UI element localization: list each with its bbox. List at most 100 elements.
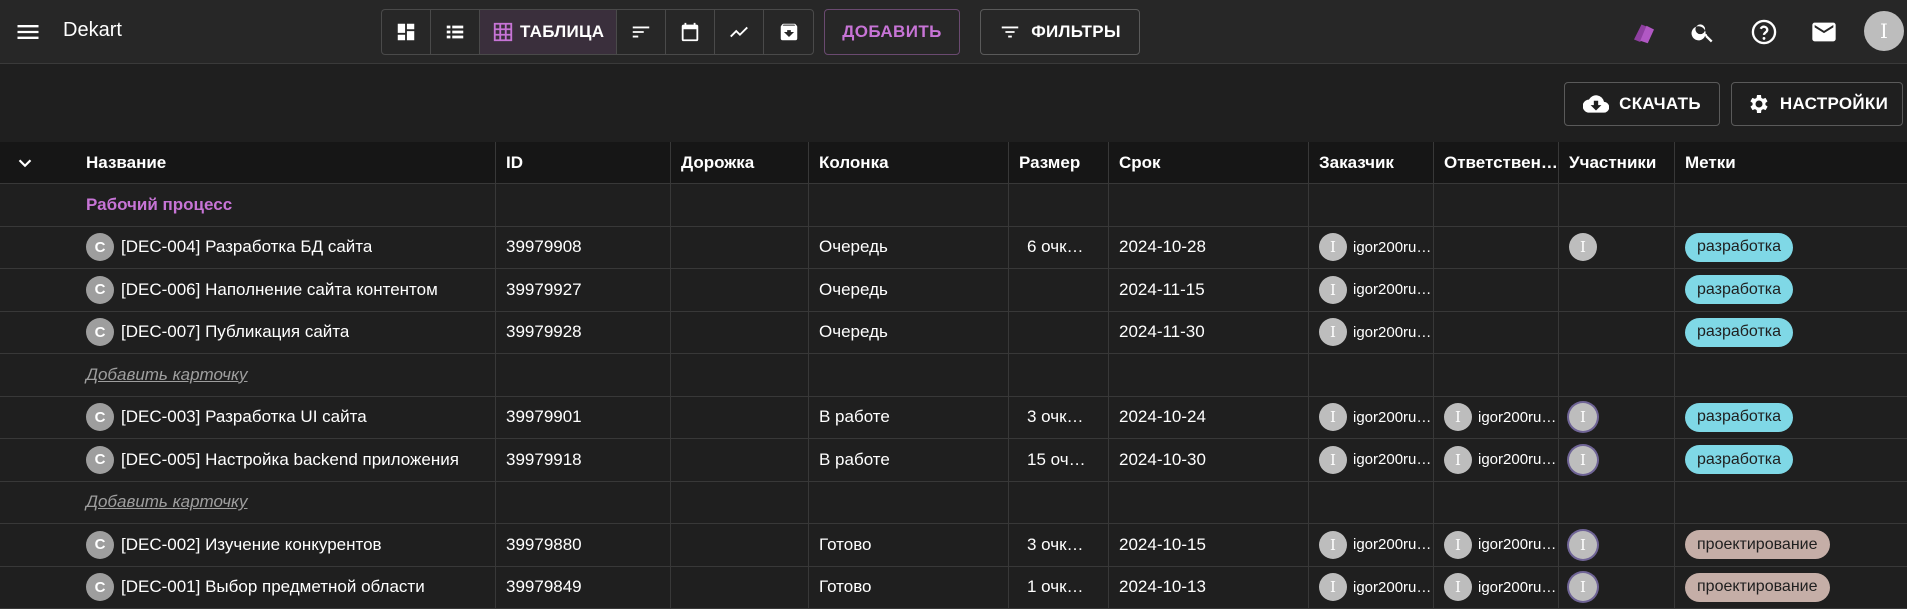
tag-badge[interactable]: разработка — [1685, 445, 1793, 474]
tag-badge[interactable]: разработка — [1685, 403, 1793, 432]
header-customer[interactable]: Заказчик — [1309, 142, 1434, 183]
table-row[interactable]: C[DEC-001] Выбор предметной области 39979… — [0, 567, 1907, 609]
participant-avatar[interactable]: I — [1569, 573, 1597, 601]
responsible-chip[interactable]: Iigor200ru… — [1444, 403, 1556, 431]
add-card-link[interactable]: Добавить карточку — [86, 492, 248, 512]
table-row[interactable]: C[DEC-005] Настройка backend приложения3… — [0, 439, 1907, 482]
card-title: [DEC-005] Настройка backend приложения — [121, 450, 459, 470]
tag-badge[interactable]: проектирование — [1685, 573, 1830, 602]
group-header-row: Рабочий процесс — [0, 184, 1907, 227]
tag-badge[interactable]: разработка — [1685, 233, 1793, 262]
download-button[interactable]: СКАЧАТЬ — [1564, 82, 1720, 126]
card-due-date: 2024-10-30 — [1119, 450, 1206, 470]
collapse-all-toggle[interactable] — [0, 142, 76, 183]
customer-chip[interactable]: Iigor200ru… — [1319, 531, 1431, 559]
empty-cell — [496, 482, 671, 524]
table-row[interactable]: C[DEC-003] Разработка UI сайта39979901В … — [0, 397, 1907, 440]
tag-badge[interactable]: разработка — [1685, 275, 1793, 304]
responsible-chip[interactable]: Iigor200ru… — [1444, 446, 1556, 474]
header-participants[interactable]: Участники — [1559, 142, 1675, 183]
card-title-cell[interactable]: C[DEC-002] Изучение конкурентов — [86, 531, 382, 559]
responsible-chip[interactable]: Iigor200ru… — [1444, 573, 1556, 601]
header-due[interactable]: Срок — [1109, 142, 1309, 183]
user-avatar-small: I — [1444, 573, 1472, 601]
header-tags[interactable]: Метки — [1675, 142, 1907, 183]
download-label: СКАЧАТЬ — [1619, 94, 1701, 114]
customer-chip[interactable]: Iigor200ru… — [1319, 318, 1431, 346]
table-row[interactable]: C[DEC-002] Изучение конкурентов39979880Г… — [0, 524, 1907, 567]
user-avatar[interactable]: I — [1864, 11, 1904, 51]
participant-avatar[interactable]: I — [1569, 233, 1597, 261]
chart-view-button[interactable] — [715, 10, 764, 54]
empty-cell — [1009, 482, 1109, 524]
customer-chip[interactable]: Iigor200ru… — [1319, 446, 1431, 474]
user-name: igor200ru… — [1353, 281, 1431, 298]
card-id: 39979849 — [506, 577, 582, 597]
header-title[interactable]: Название — [76, 142, 496, 183]
card-title-cell[interactable]: C[DEC-004] Разработка БД сайта — [86, 233, 372, 261]
tag-badge[interactable]: проектирование — [1685, 530, 1830, 559]
filters-button[interactable]: ФИЛЬТРЫ — [980, 9, 1140, 55]
empty-cell: 2024-11-15 — [1109, 269, 1309, 311]
card-title: [DEC-006] Наполнение сайта контентом — [121, 280, 438, 300]
board-view-button[interactable] — [382, 10, 431, 54]
help-icon[interactable] — [1748, 16, 1780, 48]
customer-chip[interactable]: Iigor200ru… — [1319, 233, 1431, 261]
empty-cell — [1309, 354, 1434, 396]
user-avatar-small: I — [1319, 403, 1347, 431]
empty-cell: разработка — [1675, 312, 1907, 354]
customer-chip[interactable]: Iigor200ru… — [1319, 276, 1431, 304]
empty-cell: I — [1559, 397, 1675, 439]
empty-cell: Iigor200ru… — [1309, 439, 1434, 481]
card-title-cell[interactable]: C[DEC-006] Наполнение сайта контентом — [86, 276, 438, 304]
sort-view-button[interactable] — [617, 10, 666, 54]
card-title-cell[interactable]: C[DEC-003] Разработка UI сайта — [86, 403, 367, 431]
empty-cell: Iigor200ru… — [1434, 397, 1559, 439]
mail-icon[interactable] — [1808, 16, 1840, 48]
table-row[interactable]: C[DEC-006] Наполнение сайта контентом399… — [0, 269, 1907, 312]
archive-view-button[interactable] — [764, 10, 813, 54]
header-column[interactable]: Колонка — [809, 142, 1009, 183]
header-responsible[interactable]: Ответствен… — [1434, 142, 1559, 183]
empty-cell — [671, 269, 809, 311]
empty-cell — [1559, 482, 1675, 524]
menu-icon[interactable] — [14, 18, 42, 46]
table-view-button[interactable]: ТАБЛИЦА — [480, 10, 617, 54]
empty-cell — [0, 184, 76, 226]
search-icon[interactable] — [1687, 16, 1719, 48]
settings-button[interactable]: НАСТРОЙКИ — [1731, 82, 1903, 126]
gear-icon — [1746, 92, 1770, 116]
tag-badge[interactable]: разработка — [1685, 318, 1793, 347]
participant-avatar[interactable]: I — [1569, 446, 1597, 474]
participant-avatar[interactable]: I — [1569, 403, 1597, 431]
customer-chip[interactable]: Iigor200ru… — [1319, 403, 1431, 431]
table-row[interactable]: C[DEC-007] Публикация сайта39979928Очере… — [0, 312, 1907, 355]
participant-avatar[interactable]: I — [1569, 531, 1597, 559]
empty-cell: 2024-10-13 — [1109, 567, 1309, 609]
empty-cell — [496, 184, 671, 226]
user-avatar-small: I — [1444, 446, 1472, 474]
card-size: 1 очк… — [1027, 577, 1084, 597]
empty-cell: Iigor200ru… — [1434, 567, 1559, 609]
customer-chip[interactable]: Iigor200ru… — [1319, 573, 1431, 601]
user-name: igor200ru… — [1353, 239, 1431, 256]
list-view-button[interactable] — [431, 10, 480, 54]
chevron-down-icon — [14, 152, 36, 174]
calendar-view-button[interactable] — [666, 10, 715, 54]
card-title-cell[interactable]: C[DEC-001] Выбор предметной области — [86, 573, 425, 601]
responsible-chip[interactable]: Iigor200ru… — [1444, 531, 1556, 559]
cards-logo-icon[interactable] — [1628, 16, 1660, 48]
header-size[interactable]: Размер — [1009, 142, 1109, 183]
empty-cell: 3 очк… — [1009, 524, 1109, 566]
table-row[interactable]: C[DEC-004] Разработка БД сайта39979908Оч… — [0, 227, 1907, 270]
card-title-cell[interactable]: C[DEC-005] Настройка backend приложения — [86, 446, 459, 474]
add-button[interactable]: ДОБАВИТЬ — [824, 9, 960, 55]
card-title-cell[interactable]: C[DEC-007] Публикация сайта — [86, 318, 349, 346]
header-id[interactable]: ID — [496, 142, 671, 183]
empty-cell: C[DEC-004] Разработка БД сайта — [76, 227, 496, 269]
add-card-link[interactable]: Добавить карточку — [86, 365, 248, 385]
empty-cell — [671, 227, 809, 269]
user-name: igor200ru… — [1478, 451, 1556, 468]
filter-icon — [999, 21, 1021, 43]
header-lane[interactable]: Дорожка — [671, 142, 809, 183]
